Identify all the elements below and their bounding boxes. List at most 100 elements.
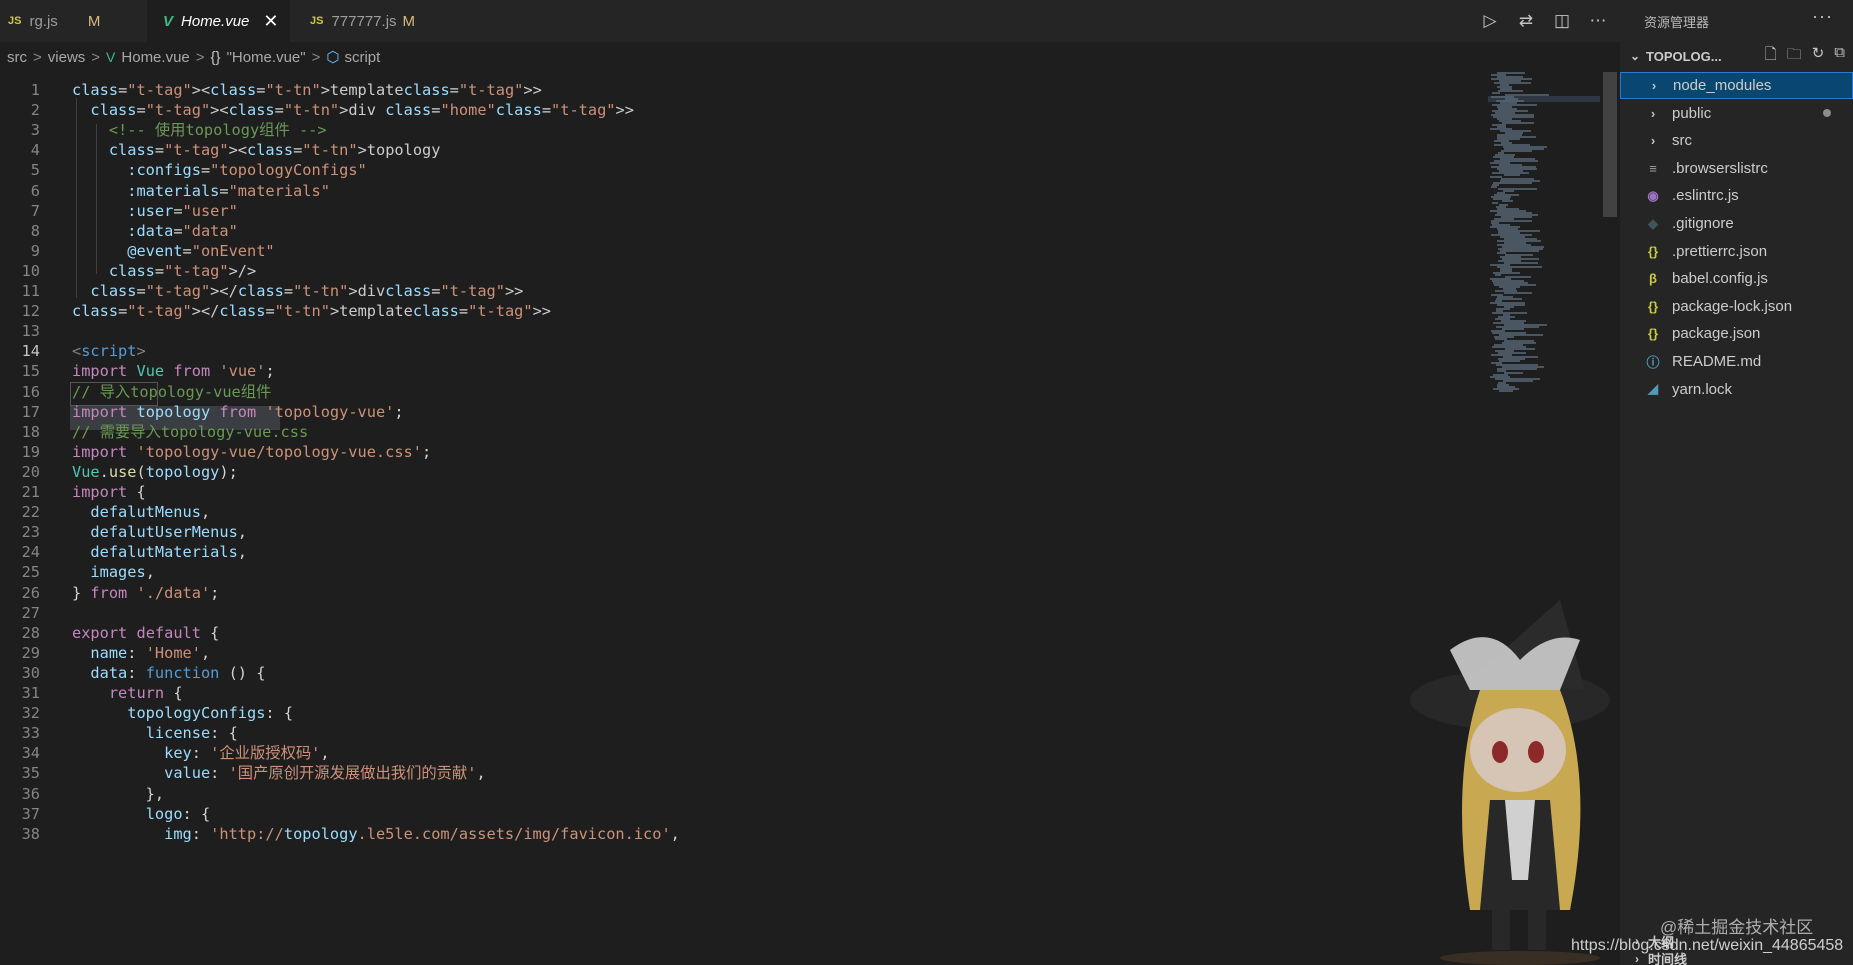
breadcrumb-item-file[interactable]: Home.vue [121,49,189,66]
run-icon[interactable]: ▷ [1480,11,1500,31]
code-editor[interactable]: 1 class="t-tag"><class="t-tn">templatecla… [0,72,1600,965]
modified-badge: M [402,12,416,30]
minimap-line [1503,380,1533,382]
tree-item[interactable]: ◉ .eslintrc.js [1620,182,1853,209]
minimap-line [1501,150,1532,152]
minimap-line [1492,202,1498,204]
tree-item-label: babel.config.js [1672,270,1768,288]
breadcrumb-item-module[interactable]: "Home.vue" [227,49,306,66]
minimap-line [1492,92,1500,94]
chevron-down-icon: ⌄ [1629,49,1641,63]
code-line[interactable]: 38 img: 'http://topology.le5le.com/asset… [0,822,1480,846]
breadcrumb-item-src[interactable]: src [7,49,27,66]
workspace-name: TOPOLOG... [1646,48,1722,64]
minimap-line [1502,200,1513,202]
breadcrumb-item-script[interactable]: script [344,49,380,66]
tree-item[interactable]: {} package.json [1620,320,1853,347]
open-changes-icon[interactable]: ⇄ [1516,11,1536,31]
tree-item[interactable]: › node_modules [1620,72,1853,99]
close-icon[interactable]: ✕ [263,11,278,32]
breadcrumb-item-views[interactable]: views [48,49,86,66]
minimap-line [1491,186,1497,188]
watermark-url: https://blog.csdn.net/weixin_44865458 [1571,937,1844,954]
new-folder-icon[interactable]: 🗀 [1787,44,1802,69]
tree-item-label: package-lock.json [1672,297,1793,315]
tree-item-label: .prettierrc.json [1672,242,1768,260]
scrollbar-thumb[interactable] [1603,72,1617,217]
minimap-line [1504,292,1532,294]
tree-item[interactable]: › public [1620,100,1853,127]
minimap-line [1502,328,1524,330]
file-type-icon: {} [1647,326,1659,342]
split-editor-icon[interactable]: ◫ [1552,11,1572,31]
chevron-right-icon: > [311,48,321,66]
tab-label: rg.js [29,12,58,30]
chevron-right-icon: > [195,48,205,66]
editor-tab-bar: JS rg.js M V Home.vue ✕ JS 777777.js M ▷… [0,0,1620,42]
chevron-right-icon: › [1651,78,1657,93]
collapse-all-icon[interactable]: ⧉ [1834,44,1845,69]
tree-item[interactable]: {} .prettierrc.json [1620,238,1853,265]
new-file-icon[interactable]: 🗋 [1765,44,1777,69]
chevron-right-icon: > [33,48,42,66]
tree-item-label: .browserslistrc [1672,159,1768,177]
tab-777777-js[interactable]: JS 777777.js M [300,0,440,42]
breadcrumb: src > views > V Home.vue > {} "Home.vue"… [0,42,1610,72]
tab-rg-js[interactable]: JS rg.js M [0,0,135,42]
more-icon[interactable]: ··· [1812,6,1833,27]
tree-item[interactable]: β babel.config.js [1620,265,1853,292]
js-file-icon: JS [8,15,22,27]
line-number: 38 [21,824,40,843]
tree-item[interactable]: {} package-lock.json [1620,293,1853,320]
minimap-line [1498,90,1523,92]
tree-item-label: .eslintrc.js [1672,187,1739,205]
modified-dot-icon [1823,109,1831,118]
minimap-line [1499,360,1520,362]
editor-actions: ▷ ⇄ ◫ ⋯ [1480,0,1608,42]
watermark-juejin: @稀土掘金技术社区 [1660,918,1814,937]
tab-label: 777777.js [331,12,397,30]
chevron-right-icon: > [91,48,101,66]
tree-item-label: node_modules [1673,77,1772,94]
minimap-line [1502,122,1534,124]
symbol-icon: ⬡ [326,49,340,66]
file-type-icon: {} [1647,243,1659,259]
tree-item-label: .gitignore [1672,215,1734,232]
file-type-icon: ◆ [1648,215,1658,231]
tree-item[interactable]: ◆ .gitignore [1620,210,1853,237]
tab-label: Home.vue [181,12,250,30]
workspace-section-header[interactable]: ⌄ TOPOLOG... 🗋 🗀 ↻ ⧉ [1620,44,1853,68]
file-type-icon: β [1649,271,1657,287]
tree-item-label: src [1672,132,1692,150]
tree-item-label: package.json [1672,325,1761,343]
file-type-icon: ◢ [1648,381,1658,397]
explorer-title: 资源管理器 [1644,15,1710,30]
minimap-line [1499,390,1513,392]
tree-item-label: public [1672,104,1712,122]
file-type-icon: {} [1647,298,1659,314]
explorer-toolbar: 🗋 🗀 ↻ ⧉ [1765,44,1845,69]
explorer-panel: 资源管理器 ··· ⌄ TOPOLOG... 🗋 🗀 ↻ ⧉ › node_mod… [1620,0,1853,965]
modified-badge: M [87,12,101,30]
mascot-background-image [1410,600,1610,965]
tree-item[interactable]: ⓘ README.md [1620,348,1853,375]
tree-item[interactable]: › src [1620,127,1853,154]
file-type-icon: ◉ [1647,187,1659,203]
chevron-right-icon: › [1650,133,1656,149]
minimap-line [1495,274,1501,276]
file-type-icon: ⓘ [1646,355,1660,370]
vue-file-icon: V [163,12,174,30]
tree-item-label: yarn.lock [1672,380,1733,398]
js-file-icon: JS [310,15,324,27]
tree-item[interactable]: ◢ yarn.lock [1620,376,1853,403]
chevron-right-icon: › [1650,105,1656,121]
vue-file-icon: V [106,49,116,65]
tree-item-label: README.md [1672,353,1762,370]
tab-home-vue[interactable]: V Home.vue ✕ [147,0,290,42]
tree-item[interactable]: ≡ .browserslistrc [1620,155,1853,182]
module-icon: {} [210,48,221,66]
file-type-icon: ≡ [1649,160,1657,176]
more-actions-icon[interactable]: ⋯ [1588,11,1608,31]
refresh-icon[interactable]: ↻ [1812,44,1825,69]
code-text: img: 'http://topology.le5le.com/assets/i… [164,824,680,843]
